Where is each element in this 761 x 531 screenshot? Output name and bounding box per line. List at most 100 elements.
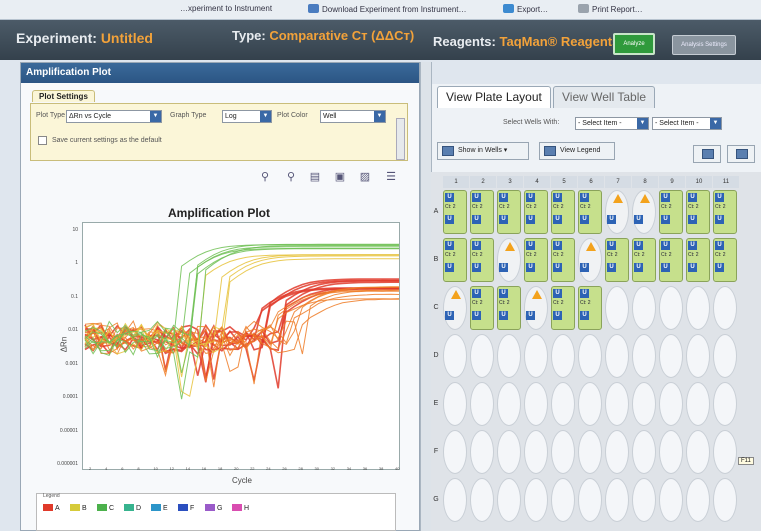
save-default-checkbox[interactable] [38,136,47,145]
plate-well[interactable]: U Ct: 2 U [632,238,656,282]
plate-well[interactable]: U [524,286,548,330]
plate-well[interactable] [470,334,494,378]
plate-well[interactable]: U Ct: 2 U [605,238,629,282]
settings-scrollbar[interactable] [396,118,405,160]
download-experiment-button[interactable]: Download Experiment from Instrument… [308,4,467,14]
plate-row-header[interactable]: D [431,352,441,359]
plate-well[interactable]: U Ct: 2 U [659,238,683,282]
plate-well[interactable]: U [443,286,467,330]
show-in-wells-button[interactable]: Show in Wells ▾ [437,142,529,160]
plate-well[interactable] [632,286,656,330]
plate-well[interactable] [632,382,656,426]
plate-well[interactable] [686,430,710,474]
plate-well[interactable] [578,430,602,474]
plate-well[interactable]: U Ct: 2 U [470,190,494,234]
plate-zoom-icon-button[interactable] [727,145,755,163]
plate-row-header[interactable]: B [431,256,441,263]
plate-column-header[interactable]: 5 [551,176,577,188]
plate-well[interactable] [470,430,494,474]
plate-well[interactable] [578,334,602,378]
plate-well[interactable] [659,430,683,474]
plate-well[interactable]: U Ct: 2 U [686,238,710,282]
plate-well[interactable]: U Ct: 2 U [470,286,494,330]
plate-well[interactable] [497,478,521,522]
plate-column-header[interactable]: 1 [443,176,469,188]
plate-well[interactable]: U Ct: 2 U [713,238,737,282]
plate-well[interactable] [605,478,629,522]
plate-well[interactable] [686,382,710,426]
plate-well[interactable]: U Ct: 2 U [578,286,602,330]
plate-well[interactable]: U Ct: 2 U [551,238,575,282]
plate-well[interactable]: U [632,190,656,234]
plate-well[interactable]: U Ct: 2 U [470,238,494,282]
plate-well[interactable] [686,478,710,522]
plate-well[interactable] [497,382,521,426]
plate-column-header[interactable]: 3 [497,176,523,188]
list-options-icon[interactable]: ☰ [384,170,398,184]
export-button[interactable]: Export… [503,4,548,14]
plate-column-header[interactable]: 4 [524,176,550,188]
plate-well[interactable] [659,382,683,426]
plate-well[interactable] [470,382,494,426]
plate-row-header[interactable]: A [431,208,441,215]
chart-options-icon[interactable]: ▨ [358,170,372,184]
select-wells-select-2[interactable]: - Select Item - ▼ [652,117,722,130]
copy-plot-icon[interactable]: ▣ [333,170,347,184]
plate-column-header[interactable]: 6 [578,176,604,188]
tab-view-plate-layout[interactable]: View Plate Layout [437,86,551,108]
plate-well[interactable] [659,478,683,522]
plate-well[interactable] [443,382,467,426]
plate-well[interactable] [686,286,710,330]
plate-well[interactable]: U [578,238,602,282]
tab-view-well-table[interactable]: View Well Table [553,86,656,108]
plate-well[interactable]: U [605,190,629,234]
plate-well[interactable] [524,478,548,522]
plate-well[interactable] [443,478,467,522]
plot-color-select[interactable]: Well ▼ [320,110,386,123]
plate-well[interactable] [605,382,629,426]
plate-well[interactable]: U Ct: 2 U [713,190,737,234]
plate-column-header[interactable]: 9 [659,176,685,188]
plate-row-header[interactable]: C [431,304,441,311]
plate-well[interactable] [497,334,521,378]
plate-well[interactable] [443,430,467,474]
plate-column-header[interactable]: 2 [470,176,496,188]
plate-well[interactable] [551,334,575,378]
plate-well[interactable] [551,382,575,426]
analyze-button[interactable]: Analyze [613,33,655,55]
plate-well[interactable]: U Ct: 2 U [551,286,575,330]
zoom-in-icon[interactable]: ⚲ [258,170,272,184]
analysis-settings-button[interactable]: Analysis Settings [672,35,736,55]
plate-well[interactable] [605,334,629,378]
plate-well[interactable] [659,286,683,330]
print-plot-icon[interactable]: ▤ [308,170,322,184]
plate-well[interactable]: U [497,238,521,282]
plate-well[interactable]: U Ct: 2 U [524,190,548,234]
tab-plot-settings[interactable]: Plot Settings [32,90,95,102]
plate-well[interactable] [497,430,521,474]
plate-well[interactable] [524,334,548,378]
send-to-instrument-button[interactable]: …xperiment to Instrument [180,4,272,13]
plate-row-header[interactable]: E [431,400,441,407]
plate-well[interactable] [713,382,737,426]
plate-well[interactable] [632,430,656,474]
select-wells-select-1[interactable]: - Select Item - ▼ [575,117,649,130]
plate-well[interactable]: U Ct: 2 U [578,190,602,234]
plate-well[interactable]: U Ct: 2 U [524,238,548,282]
plate-well[interactable]: U Ct: 2 U [497,190,521,234]
plate-well[interactable] [605,430,629,474]
plate-well[interactable] [686,334,710,378]
plate-well[interactable]: U Ct: 2 U [551,190,575,234]
plate-well[interactable] [578,478,602,522]
plate-column-header[interactable]: 10 [686,176,712,188]
plate-well[interactable] [524,430,548,474]
plate-well[interactable] [713,334,737,378]
plate-well[interactable] [713,286,737,330]
plate-well[interactable] [632,478,656,522]
plate-well[interactable] [578,382,602,426]
plate-well[interactable]: U Ct: 2 U [443,238,467,282]
plate-well[interactable] [605,286,629,330]
plot-type-select[interactable]: ΔRn vs Cycle ▼ [66,110,162,123]
plate-well[interactable] [443,334,467,378]
plate-well[interactable]: U Ct: 2 U [443,190,467,234]
